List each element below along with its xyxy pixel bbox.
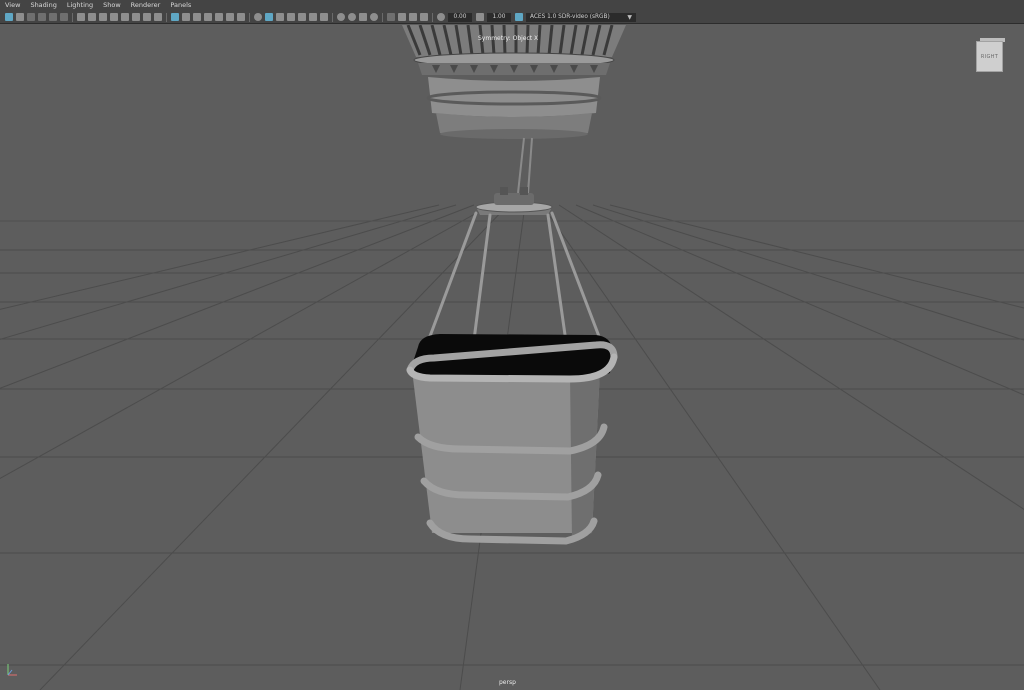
panel-menu-bar: View Shading Lighting Show Renderer Pane… [0, 0, 1024, 11]
lock-camera-icon[interactable] [87, 13, 96, 21]
menu-panels[interactable]: Panels [165, 0, 196, 11]
render-setup-icon[interactable] [369, 13, 378, 21]
viewcube[interactable]: RIGHT [976, 41, 1003, 72]
isolate-select-icon[interactable] [253, 13, 262, 21]
burner-frame [475, 187, 553, 215]
shadows-icon[interactable] [236, 13, 245, 21]
chevron-down-icon: ▼ [627, 13, 632, 21]
default-material-icon[interactable] [203, 13, 212, 21]
gamma-field[interactable]: 1.00 [487, 12, 511, 22]
exposure-field[interactable]: 0.00 [448, 12, 472, 22]
menu-show[interactable]: Show [98, 0, 126, 11]
multisample-aa-icon[interactable] [336, 13, 345, 21]
panel-toolbar: 0.00 1.00 ACES 1.0 SDR-video (sRGB) ▼ [0, 11, 1024, 24]
axis-gizmo-icon [7, 664, 17, 676]
image-plane-icon[interactable] [37, 13, 46, 21]
resolution-gate-icon[interactable] [109, 13, 118, 21]
toolbar-separator [431, 12, 433, 22]
toolbar-separator [381, 12, 383, 22]
menu-renderer[interactable]: Renderer [126, 0, 166, 11]
menu-view[interactable]: View [0, 0, 25, 11]
grid-icon[interactable] [170, 13, 179, 21]
gate-mask-icon[interactable] [120, 13, 129, 21]
2d-pan-zoom-icon[interactable] [48, 13, 57, 21]
bookmarks-icon[interactable] [26, 13, 35, 21]
menu-lighting[interactable]: Lighting [62, 0, 98, 11]
menu-shading[interactable]: Shading [25, 0, 61, 11]
toolbar-separator [165, 12, 167, 22]
viewport-2-icon[interactable] [397, 13, 406, 21]
wireframe-icon[interactable] [181, 13, 190, 21]
symmetry-label: Symmetry: Object X [478, 35, 539, 42]
textured-icon[interactable] [214, 13, 223, 21]
select-camera-icon[interactable] [4, 13, 13, 21]
field-chart-icon[interactable] [131, 13, 140, 21]
camera-icon[interactable] [76, 13, 85, 21]
safe-title-icon[interactable] [153, 13, 162, 21]
basket [406, 334, 618, 545]
maya-viewport-window: View Shading Lighting Show Renderer Pane… [0, 0, 1024, 690]
light-icon[interactable] [297, 13, 306, 21]
snapshot-icon[interactable] [386, 13, 395, 21]
xray-joints-icon[interactable] [286, 13, 295, 21]
resolution-icon[interactable] [419, 13, 428, 21]
exposure-gear-icon[interactable] [436, 13, 445, 21]
xray-active-components-icon[interactable] [275, 13, 284, 21]
hud-icon[interactable] [408, 13, 417, 21]
balloon-envelope-bottom [402, 25, 626, 139]
camera-name-label: persp [499, 679, 516, 686]
toolbar-separator [331, 12, 333, 22]
camera-attributes-icon[interactable] [15, 13, 24, 21]
smooth-shade-icon[interactable] [192, 13, 201, 21]
screen-space-effects-icon[interactable] [358, 13, 367, 21]
toolbar-separator [71, 12, 73, 22]
3d-viewport[interactable]: Symmetry: Object X RIGHT persp [0, 25, 1024, 690]
motion-blur-icon[interactable] [319, 13, 328, 21]
film-gate-icon[interactable] [98, 13, 107, 21]
xray-icon[interactable] [264, 13, 273, 21]
scene-render [0, 25, 1024, 690]
color-space-dropdown[interactable]: ACES 1.0 SDR-video (sRGB) ▼ [526, 12, 636, 22]
ambient-occlusion-icon[interactable] [308, 13, 317, 21]
color-management-icon[interactable] [514, 13, 523, 21]
safe-action-icon[interactable] [142, 13, 151, 21]
grease-pencil-icon[interactable] [59, 13, 68, 21]
depth-of-field-icon[interactable] [347, 13, 356, 21]
viewcube-face-label: RIGHT [980, 53, 999, 60]
use-all-lights-icon[interactable] [225, 13, 234, 21]
toolbar-separator [248, 12, 250, 22]
burner-cables [517, 137, 533, 194]
gamma-icon[interactable] [475, 13, 484, 21]
color-space-label: ACES 1.0 SDR-video (sRGB) [530, 13, 610, 20]
